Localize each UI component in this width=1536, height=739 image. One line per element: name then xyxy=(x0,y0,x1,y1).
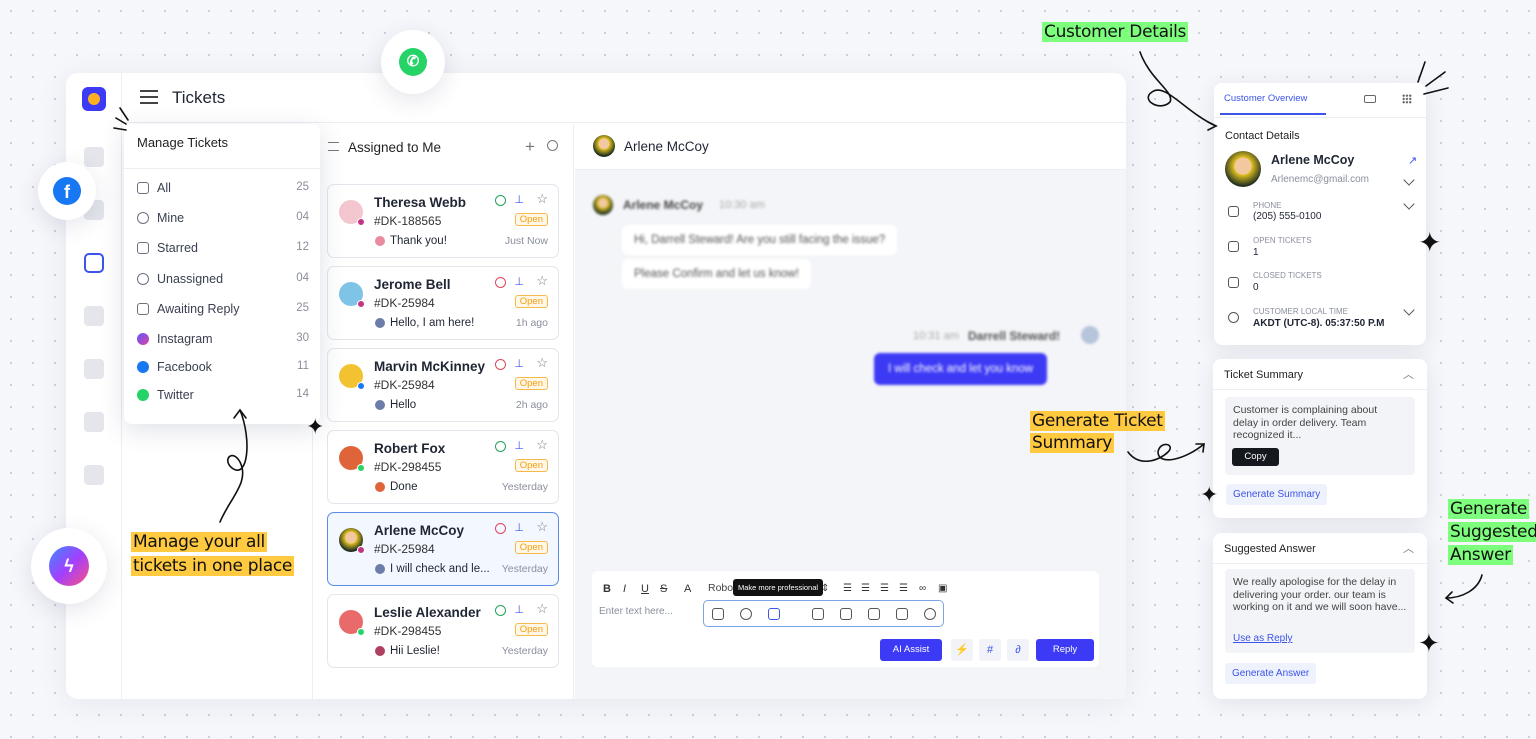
annotation-text: Summary xyxy=(1030,433,1115,453)
sparkle-icon: ✦ xyxy=(1200,482,1219,507)
annotation-text: Answer xyxy=(1448,545,1513,565)
annotation-text: Manage your all xyxy=(131,532,267,552)
sparkle-icon: ✦ xyxy=(1418,227,1442,258)
arrow-manage-tickets xyxy=(219,409,248,523)
annotation-manage-tickets: Manage your all tickets in one place xyxy=(131,530,295,578)
annotation-text: Generate Ticket xyxy=(1030,411,1165,431)
annotation-arrows xyxy=(113,51,1483,604)
annotation-text: Generate xyxy=(1448,499,1529,519)
arrow-suggested-answer xyxy=(1445,574,1483,599)
annotation-customer-details: Customer Details xyxy=(1042,22,1189,42)
annotation-text: Suggested xyxy=(1448,522,1536,542)
annotation-generate-answer: Generate Suggested Answer xyxy=(1448,498,1536,567)
arrow-customer-details xyxy=(1139,51,1217,127)
annotation-text: Customer Details xyxy=(1042,22,1189,42)
annotation-text: tickets in one place xyxy=(131,556,295,576)
annotation-generate-summary: Generate Ticket Summary xyxy=(1030,410,1165,454)
sparkle-icon: ✦ xyxy=(306,414,325,439)
sparkle-icon: ✦ xyxy=(1418,628,1440,658)
